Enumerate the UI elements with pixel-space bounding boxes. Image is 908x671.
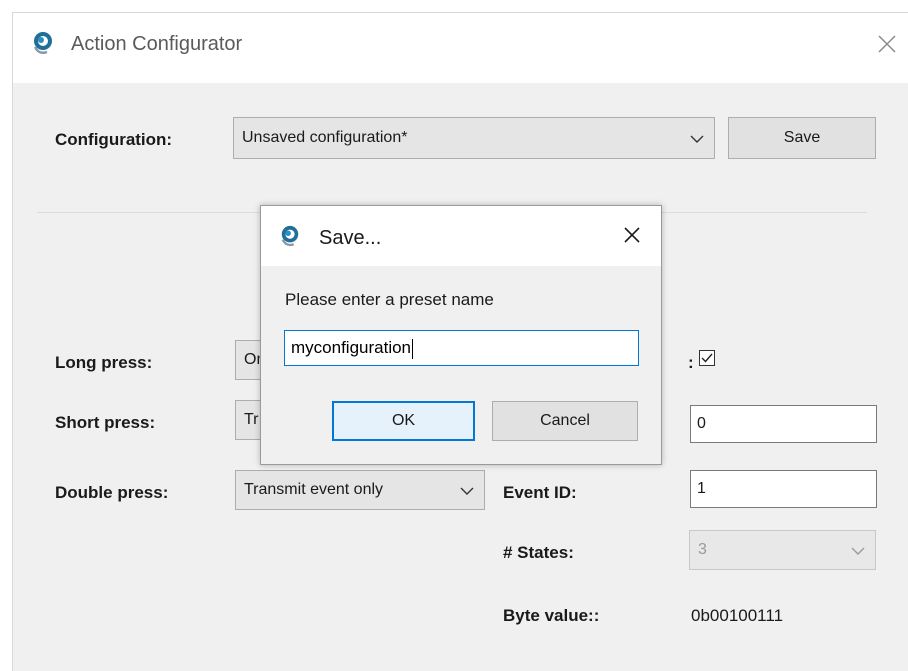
chevron-down-icon — [460, 487, 474, 495]
dialog-title: Save... — [319, 227, 382, 249]
dialog-title-bar: Save... — [261, 206, 661, 266]
configuration-select-value: Unsaved configuration* — [242, 129, 408, 146]
long-press-label: Long press: — [55, 353, 153, 372]
close-icon[interactable] — [876, 33, 898, 55]
double-press-select[interactable]: Transmit event only — [235, 470, 485, 510]
field-value-input[interactable]: 0 — [690, 405, 877, 443]
short-press-value: Tr — [244, 411, 259, 428]
dialog-prompt: Please enter a preset name — [285, 290, 494, 309]
enable-checkbox[interactable] — [699, 350, 715, 366]
app-logo-icon — [33, 32, 52, 55]
chevron-down-icon — [690, 135, 704, 143]
close-icon[interactable] — [623, 226, 641, 244]
title-bar: Action Configurator — [13, 13, 908, 83]
chevron-down-icon — [851, 547, 865, 555]
event-id-label: Event ID: — [503, 483, 577, 502]
window-title: Action Configurator — [71, 33, 243, 55]
save-dialog: Save... Please enter a preset name mycon… — [260, 205, 662, 465]
event-id-input[interactable]: 1 — [690, 470, 877, 508]
preset-name-value: myconfiguration — [291, 338, 412, 357]
preset-name-input[interactable]: myconfiguration — [284, 330, 639, 366]
states-label: # States: — [503, 543, 574, 562]
text-caret — [412, 338, 414, 359]
double-press-label: Double press: — [55, 483, 169, 502]
cancel-button[interactable]: Cancel — [492, 401, 638, 441]
states-value: 3 — [698, 541, 707, 558]
double-press-value: Transmit event only — [244, 481, 384, 498]
ok-button[interactable]: OK — [332, 401, 475, 441]
app-logo-icon — [281, 225, 299, 247]
configuration-label: Configuration: — [55, 130, 173, 149]
configuration-select[interactable]: Unsaved configuration* — [233, 117, 715, 159]
checkbox-label-tail: : — [688, 353, 694, 372]
short-press-label: Short press: — [55, 413, 156, 432]
save-button[interactable]: Save — [728, 117, 876, 159]
states-select[interactable]: 3 — [689, 530, 876, 570]
byte-value: 0b00100111 — [691, 606, 784, 625]
byte-value-label: Byte value:: — [503, 606, 600, 625]
checkmark-icon — [701, 353, 713, 363]
